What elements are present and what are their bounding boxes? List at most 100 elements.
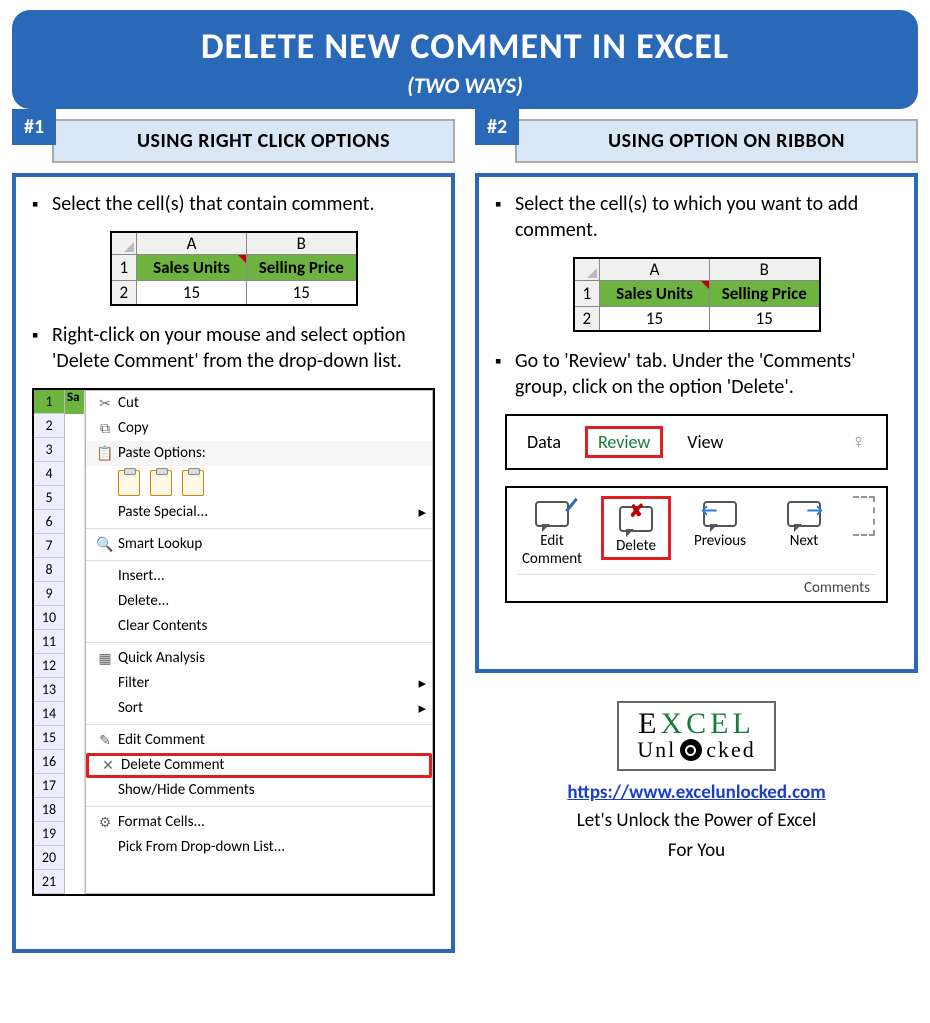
menu-delete[interactable]: Delete... [86, 589, 432, 614]
row-header-2: 2 [111, 281, 137, 305]
section-1: #1 USING RIGHT CLICK OPTIONS ▪ Select th… [12, 119, 455, 953]
section-body-2: ▪ Select the cell(s) to which you want t… [475, 173, 918, 673]
logo: EXCEL Unlcked [617, 701, 776, 771]
cell-b1: Selling Price [247, 255, 357, 281]
page-header: DELETE NEW COMMENT IN EXCEL (TWO WAYS) [12, 10, 918, 109]
col-header-b: B [247, 232, 357, 255]
section-badge-1: #1 [12, 109, 56, 145]
row-num: 16 [34, 750, 64, 774]
row-num: 5 [34, 486, 64, 510]
copy-icon: ⧉ [92, 420, 118, 437]
row-num: 21 [34, 870, 64, 894]
footer-link[interactable]: https://www.excelunlocked.com [475, 781, 918, 804]
bullet-icon: ▪ [32, 322, 52, 374]
row-num: 8 [34, 558, 64, 582]
row-num: 10 [34, 606, 64, 630]
menu-pick-from-list[interactable]: Pick From Drop-down List... [86, 835, 432, 860]
section-body-1: ▪ Select the cell(s) that contain commen… [12, 173, 455, 953]
cell-b2: 15 [247, 281, 357, 305]
cut-icon: ✂ [92, 395, 118, 412]
menu-edit-comment[interactable]: ✎Edit Comment [86, 728, 432, 753]
row-num: 13 [34, 678, 64, 702]
delete-comment-icon: ✕ [95, 757, 121, 774]
footer-tagline-1: Let's Unlock the Power of Excel [475, 808, 918, 834]
ribbon-label: Previous [685, 532, 755, 550]
tab-review[interactable]: Review [585, 426, 663, 458]
menu-show-hide-comments[interactable]: Show/Hide Comments [86, 778, 432, 803]
menu-copy[interactable]: ⧉Copy [86, 416, 432, 441]
menu-paste-special[interactable]: Paste Special...▸ [86, 500, 432, 525]
tell-me-icon[interactable]: ♀ [851, 430, 866, 454]
row-num: 17 [34, 774, 64, 798]
format-icon: ⚙ [92, 814, 118, 831]
paste-icon: 📋 [92, 445, 118, 462]
menu-delete-comment[interactable]: ✕Delete Comment [86, 753, 432, 778]
ribbon-label: Delete [606, 537, 666, 555]
row-num: 20 [34, 846, 64, 870]
row-header-1: 1 [111, 255, 137, 281]
row-num: 3 [34, 438, 64, 462]
row-num: 11 [34, 630, 64, 654]
row-num: 15 [34, 726, 64, 750]
context-menu: ✂Cut ⧉Copy 📋Paste Options: Paste Special… [85, 390, 433, 894]
paste-option-icon[interactable] [150, 470, 172, 496]
section-2: #2 USING OPTION ON RIBBON ▪ Select the c… [475, 119, 918, 953]
menu-insert[interactable]: Insert... [86, 564, 432, 589]
key-icon [680, 739, 702, 761]
section-badge-2: #2 [475, 109, 519, 145]
visible-cell-fragment: Sa [65, 390, 84, 414]
context-menu-screenshot: 1 2 3 4 5 6 7 8 9 10 11 12 13 14 [32, 388, 435, 896]
ribbon-group-label: Comments [517, 574, 876, 599]
ribbon-next-comment[interactable]: → Next [769, 496, 839, 550]
menu-paste-options: 📋Paste Options: [86, 441, 432, 466]
row-num: 1 [34, 390, 64, 414]
page-subtitle: (TWO WAYS) [12, 72, 918, 99]
menu-smart-lookup[interactable]: 🔍Smart Lookup [86, 532, 432, 557]
menu-quick-analysis[interactable]: ▦Quick Analysis [86, 646, 432, 671]
bullet-icon: ▪ [495, 191, 515, 243]
ribbon-edit-comment[interactable]: Edit Comment [517, 496, 587, 568]
tab-view[interactable]: View [687, 431, 723, 453]
row-num: 19 [34, 822, 64, 846]
paste-option-icon[interactable] [118, 470, 140, 496]
row-num: 4 [34, 462, 64, 486]
section-heading-1: USING RIGHT CLICK OPTIONS [52, 119, 455, 163]
footer-tagline-2: For You [475, 838, 918, 864]
ribbon-label: Edit Comment [517, 532, 587, 568]
tab-data[interactable]: Data [527, 431, 561, 453]
bullet-icon: ▪ [495, 348, 515, 400]
menu-sort[interactable]: Sort▸ [86, 696, 432, 721]
row-num: 18 [34, 798, 64, 822]
row-num: 2 [34, 414, 64, 438]
ribbon-comments-group: Edit Comment ✘ Delete ← Previous → Nex [505, 486, 888, 603]
excel-sample-table: A B 1 Sales Units Selling Price 2 15 15 [573, 257, 821, 332]
col-header-a: A [137, 232, 247, 255]
menu-filter[interactable]: Filter▸ [86, 671, 432, 696]
menu-cut[interactable]: ✂Cut [86, 391, 432, 416]
edit-comment-icon: ✎ [92, 732, 118, 749]
ribbon-tabs: Data Review View ♀ [505, 414, 888, 470]
row-num: 7 [34, 534, 64, 558]
paste-option-icon[interactable] [182, 470, 204, 496]
cell-a1: Sales Units [137, 255, 247, 281]
page-title: DELETE NEW COMMENT IN EXCEL [12, 24, 918, 68]
search-icon: 🔍 [92, 536, 118, 553]
section-heading-2: USING OPTION ON RIBBON [515, 119, 918, 163]
row-num: 12 [34, 654, 64, 678]
row-num: 14 [34, 702, 64, 726]
step-text: Go to 'Review' tab. Under the 'Comments'… [515, 348, 898, 400]
quick-analysis-icon: ▦ [92, 650, 118, 667]
cell-a2: 15 [137, 281, 247, 305]
step-text: Select the cell(s) that contain comment. [52, 191, 435, 217]
ribbon-previous-comment[interactable]: ← Previous [685, 496, 755, 550]
paste-icons-row [86, 466, 432, 500]
excel-sample-table: A B 1 Sales Units Selling Price 2 15 15 [110, 231, 358, 306]
step-text: Right-click on your mouse and select opt… [52, 322, 435, 374]
ribbon-delete-comment[interactable]: ✘ Delete [601, 496, 671, 560]
step-text: Select the cell(s) to which you want to … [515, 191, 898, 243]
menu-format-cells[interactable]: ⚙Format Cells... [86, 810, 432, 835]
menu-clear-contents[interactable]: Clear Contents [86, 614, 432, 639]
table-corner [111, 232, 137, 255]
bullet-icon: ▪ [32, 191, 52, 217]
row-gutter: 1 2 3 4 5 6 7 8 9 10 11 12 13 14 [34, 390, 65, 894]
